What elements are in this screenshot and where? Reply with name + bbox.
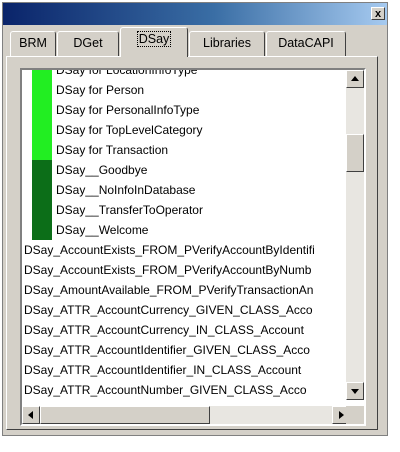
list-item-label: DSay_AccountExists_FROM_PVerifyAccountBy…: [24, 263, 312, 277]
color-marker: [32, 220, 52, 240]
list-item[interactable]: DSay for Person: [22, 80, 350, 100]
list-item-label: DSay for LocationInfoType: [56, 70, 198, 77]
list-item[interactable]: DSay_ATTR_AccountIdentifier_GIVEN_CLASS_…: [22, 340, 350, 360]
arrow-left-icon: [28, 411, 33, 419]
horizontal-scroll-thumb[interactable]: [40, 406, 210, 424]
scroll-left-button[interactable]: [22, 406, 40, 424]
tab-label: BRM: [19, 36, 47, 50]
color-marker: [32, 70, 52, 80]
list-item-label: DSay_ATTR_AccountCurrency_IN_CLASS_Accou…: [24, 323, 304, 337]
list-item[interactable]: DSay_ATTR_AccountNumber_GIVEN_CLASS_Acco: [22, 380, 350, 400]
color-marker: [32, 200, 52, 220]
arrow-up-icon: [351, 76, 359, 81]
color-marker: [32, 100, 52, 120]
list-item-label: DSay__NoInfoInDatabase: [56, 183, 196, 197]
dsay-listbox[interactable]: DSay for LocationInfoType DSay for Person…: [20, 68, 366, 426]
page: x BRM DGet DSay Libraries DataCAPI DSay …: [0, 0, 400, 452]
tab-brm[interactable]: BRM: [10, 31, 56, 56]
list-item[interactable]: DSay_ATTR_AccountCurrency_GIVEN_CLASS_Ac…: [22, 300, 350, 320]
tab-label: Libraries: [203, 36, 251, 50]
list-item[interactable]: DSay_AmountAvailable_FROM_PVerifyTransac…: [22, 280, 350, 300]
list-item[interactable]: DSay_ATTR_AccountIdentifier_IN_CLASS_Acc…: [22, 360, 350, 380]
list-item-label: DSay for Transaction: [56, 143, 169, 157]
tab-datacapi[interactable]: DataCAPI: [266, 31, 346, 56]
list-item-label: DSay_ATTR_AccountCurrency_GIVEN_CLASS_Ac…: [24, 303, 313, 317]
tab-label: DGet: [73, 36, 103, 50]
list-item[interactable]: DSay for TopLevelCategory: [22, 120, 350, 140]
list-item-label: DSay for TopLevelCategory: [56, 123, 203, 137]
list-item-label: DSay for Person: [56, 83, 145, 97]
color-marker: [32, 180, 52, 200]
list-item[interactable]: DSay for LocationInfoType: [22, 70, 350, 80]
list-item[interactable]: DSay for Transaction: [22, 140, 350, 160]
list-item-label: DSay_ATTR_AccountNumber_GIVEN_CLASS_Acco: [24, 383, 307, 397]
color-marker: [32, 160, 52, 180]
vertical-scroll-thumb[interactable]: [346, 134, 364, 173]
scroll-up-button[interactable]: [346, 70, 364, 88]
list-item[interactable]: DSay__TransferToOperator: [22, 200, 350, 220]
tab-strip: BRM DGet DSay Libraries DataCAPI: [6, 26, 378, 57]
scroll-corner: [346, 406, 364, 424]
scroll-down-button[interactable]: [346, 382, 364, 400]
list-item-label: DSay__Goodbye: [56, 163, 148, 177]
list-item[interactable]: DSay__NoInfoInDatabase: [22, 180, 350, 200]
tab-label: DSay: [136, 31, 172, 47]
vertical-scrollbar[interactable]: [346, 70, 364, 400]
color-marker: [32, 120, 52, 140]
close-button[interactable]: x: [371, 7, 385, 20]
list-item-label: DSay_ATTR_AccountIdentifier_GIVEN_CLASS_…: [24, 343, 310, 357]
tab-dsay[interactable]: DSay: [120, 27, 188, 57]
list-item[interactable]: DSay for PersonalInfoType: [22, 100, 350, 120]
close-icon: x: [374, 8, 382, 20]
horizontal-scrollbar[interactable]: [22, 406, 350, 424]
color-marker: [32, 80, 52, 100]
list-item-label: DSay for PersonalInfoType: [56, 103, 200, 117]
color-marker: [32, 140, 52, 160]
list-item-label: DSay__Welcome: [56, 223, 149, 237]
arrow-down-icon: [351, 389, 359, 394]
list-item[interactable]: DSay__Welcome: [22, 220, 350, 240]
list-content: DSay for LocationInfoType DSay for Person…: [22, 70, 350, 400]
list-item[interactable]: DSay_AccountExists_FROM_PVerifyAccountBy…: [22, 240, 350, 260]
tab-dget[interactable]: DGet: [57, 31, 119, 56]
list-item-label: DSay_AmountAvailable_FROM_PVerifyTransac…: [24, 283, 314, 297]
list-item[interactable]: DSay_AccountExists_FROM_PVerifyAccountBy…: [22, 260, 350, 280]
list-item-label: DSay__TransferToOperator: [56, 203, 203, 217]
list-item[interactable]: DSay_ATTR_AccountCurrency_IN_CLASS_Accou…: [22, 320, 350, 340]
list-item-label: DSay_ATTR_AccountIdentifier_IN_CLASS_Acc…: [24, 363, 302, 377]
tab-label: DataCAPI: [278, 36, 334, 50]
list-item-label: DSay_AccountExists_FROM_PVerifyAccountBy…: [24, 243, 315, 257]
tab-libraries[interactable]: Libraries: [189, 31, 265, 56]
list-item[interactable]: DSay__Goodbye: [22, 160, 350, 180]
title-bar[interactable]: x: [3, 3, 387, 25]
